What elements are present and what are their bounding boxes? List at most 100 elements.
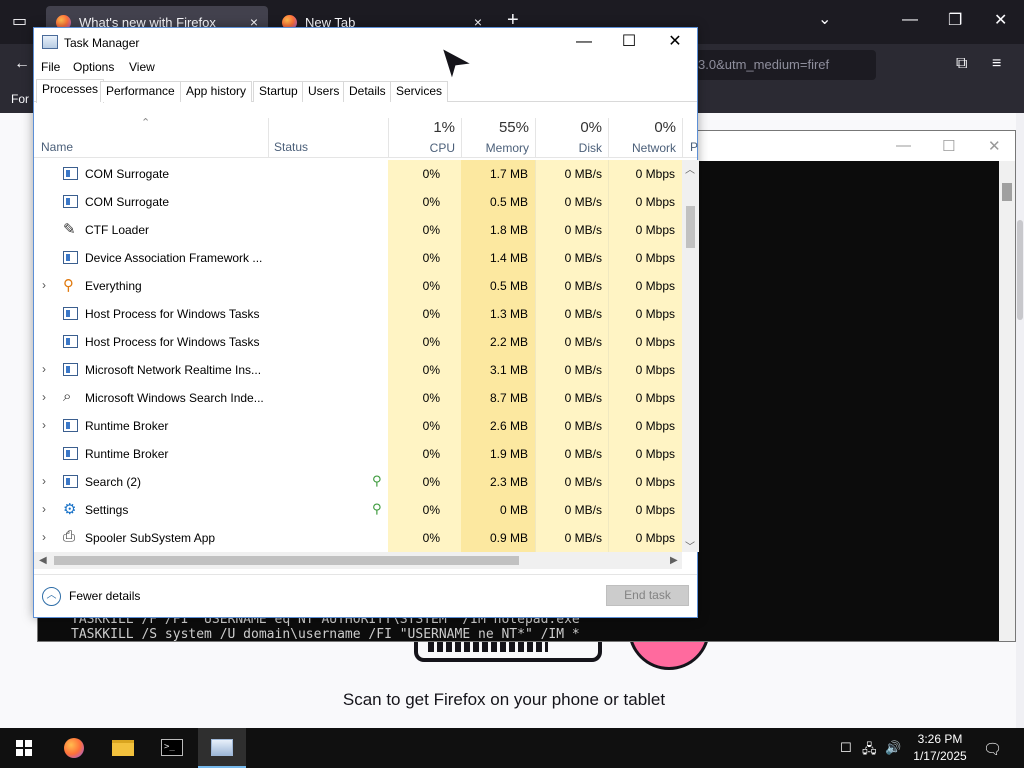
cpu-value: 0% (422, 279, 440, 293)
table-row[interactable]: › ⚙ Settings ⚲ 0% 0 MB 0 MB/s 0 Mbps (34, 496, 682, 524)
table-row[interactable]: COM Surrogate 0% 0.5 MB 0 MB/s 0 Mbps (34, 188, 682, 216)
table-row[interactable]: › ⚲ Everything 0% 0.5 MB 0 MB/s 0 Mbps (34, 272, 682, 300)
table-row[interactable]: Host Process for Windows Tasks 0% 1.3 MB 0 … (34, 300, 682, 328)
column-divider[interactable] (682, 118, 683, 158)
tab-details[interactable]: Details (343, 81, 392, 102)
cpu-value: 0% (422, 195, 440, 209)
network-value: 0 Mbps (635, 279, 675, 293)
minimize-icon[interactable]: — (561, 28, 607, 58)
url-bar[interactable]: 3.0&utm_medium=firef (690, 50, 876, 80)
vertical-scrollbar-thumb[interactable] (686, 206, 695, 248)
network-value: 0 Mbps (635, 363, 675, 377)
chevron-up-circle-icon[interactable]: ︿ (42, 587, 61, 606)
process-name: Host Process for Windows Tasks (85, 307, 260, 321)
column-status[interactable]: Status (274, 140, 308, 154)
expand-chevron-icon[interactable]: › (42, 278, 46, 292)
minimize-icon[interactable]: — (902, 12, 918, 28)
table-row[interactable]: Runtime Broker 0% 1.9 MB 0 MB/s 0 Mbps (34, 440, 682, 468)
restore-icon[interactable]: ❐ (948, 13, 962, 29)
scroll-down-arrow-icon[interactable]: ﹀ (685, 538, 695, 553)
network-icon[interactable]: 🖧 (862, 740, 877, 762)
expand-chevron-icon[interactable]: › (42, 530, 46, 544)
table-row[interactable]: › ⎙ Spooler SubSystem App 0% 0.9 MB 0 MB/s 0 M… (34, 524, 682, 552)
tab-services[interactable]: Services (390, 81, 449, 102)
fewer-details-link[interactable]: Fewer details (69, 589, 140, 603)
expand-chevron-icon[interactable]: › (42, 502, 46, 516)
table-row[interactable]: › ⌕ Microsoft Windows Search Inde... 0% 8.7 … (34, 384, 682, 412)
column-cpu[interactable]: 1% CPU (388, 118, 461, 158)
suspended-leaf-icon: ⚲ (372, 473, 382, 488)
close-window-icon[interactable]: ✕ (994, 13, 1007, 29)
page-scrollbar-thumb[interactable] (1017, 220, 1023, 320)
column-name[interactable]: Name (41, 140, 73, 154)
bookmark-label[interactable]: For (11, 92, 29, 106)
cpu-value: 0% (422, 503, 440, 517)
menu-hamburger-icon[interactable]: ≡ (992, 56, 1001, 72)
notification-box-icon[interactable]: ☐ (840, 740, 852, 756)
window-app-icon (63, 475, 78, 488)
back-arrow-icon[interactable]: ← (14, 56, 30, 72)
list-tabs-chevron-icon[interactable]: ⌄ (818, 12, 831, 28)
column-divider[interactable] (268, 118, 269, 158)
clock-time[interactable]: 3:26 PM (900, 732, 980, 746)
scroll-left-arrow-icon[interactable]: ◀ (39, 555, 47, 566)
tab-performance[interactable]: Performance (100, 81, 181, 102)
column-header-row: ⌃ Name Status 1% CPU 55% Memory 0% Disk … (34, 116, 698, 158)
table-row[interactable]: ✎ CTF Loader 0% 1.8 MB 0 MB/s 0 Mbps (34, 216, 682, 244)
firefox-view-icon[interactable]: ▭ (12, 14, 27, 30)
task-manager-titlebar[interactable]: Task Manager — ☐ ✕ (34, 28, 697, 58)
scroll-up-arrow-icon[interactable]: ︿ (685, 161, 695, 176)
column-network[interactable]: 0% Network (608, 118, 682, 158)
table-row[interactable]: › Microsoft Network Realtime Ins... 0% 3.1 … (34, 356, 682, 384)
tab-processes[interactable]: Processes (36, 79, 105, 103)
menu-file[interactable]: File (41, 60, 60, 74)
expand-chevron-icon[interactable]: › (42, 390, 46, 404)
sort-caret-icon[interactable]: ⌃ (141, 116, 150, 129)
table-row[interactable]: Host Process for Windows Tasks 0% 2.2 MB 0 … (34, 328, 682, 356)
tab-app-history[interactable]: App history (180, 81, 253, 102)
menu-bar: File Options View (34, 58, 697, 78)
table-row[interactable]: › Search (2) ⚲ 0% 2.3 MB 0 MB/s 0 Mbps (34, 468, 682, 496)
memory-value: 0 MB (499, 503, 528, 517)
close-icon[interactable]: ✕ (652, 28, 698, 58)
disk-label: Disk (578, 141, 602, 155)
taskbar-command-prompt[interactable]: >_ (148, 728, 196, 768)
taskbar-firefox[interactable] (50, 728, 98, 768)
clock-date[interactable]: 1/17/2025 (900, 749, 980, 763)
horizontal-scrollbar-thumb[interactable] (54, 556, 519, 565)
table-row[interactable]: › Runtime Broker 0% 2.6 MB 0 MB/s 0 Mbps (34, 412, 682, 440)
action-center-icon[interactable]: 🗨 (983, 740, 1002, 758)
maximize-icon[interactable]: ☐ (606, 28, 652, 58)
network-value: 0 Mbps (635, 251, 675, 265)
table-row[interactable]: Device Association Framework ... 0% 1.4 MB… (34, 244, 682, 272)
start-button[interactable] (0, 728, 48, 768)
terminal-maximize-icon[interactable]: ☐ (942, 137, 955, 155)
end-task-button[interactable]: End task (606, 585, 689, 606)
terminal-minimize-icon[interactable]: — (896, 137, 911, 154)
tab-users[interactable]: Users (302, 81, 346, 102)
extensions-icon[interactable]: ⧉ (956, 56, 967, 72)
memory-label: Memory (485, 141, 529, 155)
tab-startup[interactable]: Startup (253, 81, 304, 102)
column-disk[interactable]: 0% Disk (535, 118, 608, 158)
column-power[interactable]: P (690, 140, 698, 154)
menu-options[interactable]: Options (73, 60, 114, 74)
page-scrollbar[interactable] (1016, 113, 1024, 728)
new-tab-button[interactable]: + (507, 10, 519, 30)
terminal-scrollbar-thumb[interactable] (1002, 183, 1012, 201)
expand-chevron-icon[interactable]: › (42, 474, 46, 488)
column-memory[interactable]: 55% Memory (461, 118, 535, 158)
taskbar-file-explorer[interactable] (98, 728, 146, 768)
menu-view[interactable]: View (129, 60, 155, 74)
scroll-right-arrow-icon[interactable]: ▶ (670, 555, 678, 566)
table-row[interactable]: COM Surrogate 0% 1.7 MB 0 MB/s 0 Mbps (34, 160, 682, 188)
volume-icon[interactable]: 🔊 (885, 740, 901, 756)
task-manager-window[interactable]: Task Manager — ☐ ✕ File Options View Pro… (33, 27, 699, 618)
printer-icon: ⎙ (63, 528, 76, 545)
terminal-close-icon[interactable]: ✕ (988, 137, 1001, 155)
terminal-scrollbar[interactable] (999, 161, 1015, 641)
taskbar-task-manager[interactable] (198, 728, 246, 768)
cpu-value: 0% (422, 223, 440, 237)
expand-chevron-icon[interactable]: › (42, 418, 46, 432)
expand-chevron-icon[interactable]: › (42, 362, 46, 376)
